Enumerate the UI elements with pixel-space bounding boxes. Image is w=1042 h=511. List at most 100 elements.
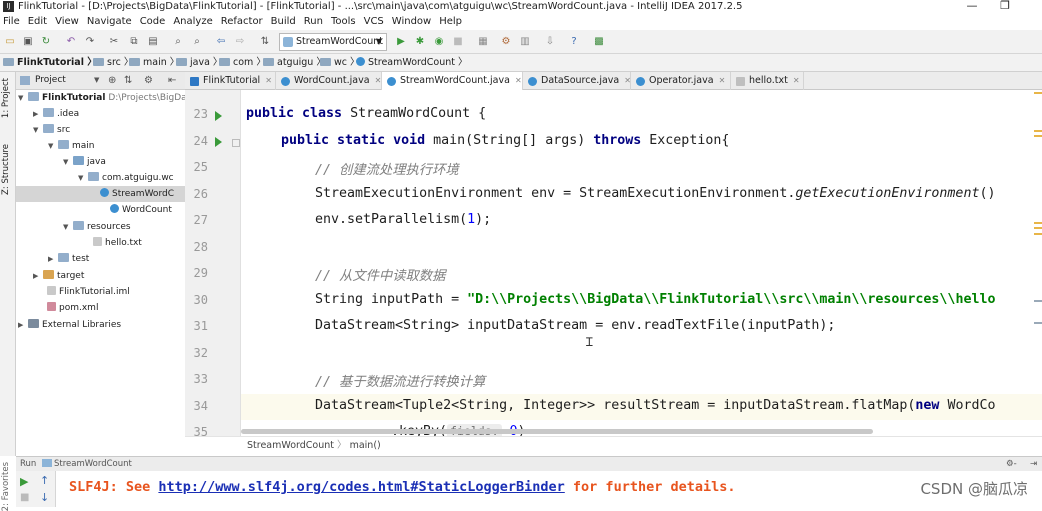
menu-analyze[interactable]: Analyze [170, 13, 217, 30]
tab-hello-txt[interactable]: hello.txt ✕ [731, 72, 804, 90]
build-icon[interactable]: ⇅ [258, 35, 272, 49]
tab-structure-tool[interactable]: Z: Structure [1, 144, 11, 195]
run-console[interactable]: SLF4J: See http://www.slf4j.org/codes.ht… [56, 471, 1042, 507]
menu-edit[interactable]: Edit [25, 13, 52, 30]
tree-node-resources[interactable]: ▼ resources [63, 219, 131, 235]
horizontal-scrollbar[interactable] [241, 429, 873, 434]
open-folder-icon[interactable]: ▭ [3, 35, 17, 49]
tree-node-main[interactable]: ▼ main [48, 138, 95, 154]
tree-node-idea[interactable]: ▶ .idea [33, 106, 79, 122]
breadcrumb-class[interactable]: StreamWordCount 〉 [356, 54, 468, 71]
tree-node-pom[interactable]: pom.xml [47, 300, 98, 316]
tab-datasource[interactable]: DataSource.java ✕ [523, 72, 631, 90]
tab-streamwordcount[interactable]: StreamWordCount.java ✕ [382, 72, 523, 90]
tree-node-test[interactable]: ▶ test [48, 251, 89, 267]
scroll-down-icon[interactable]: ↓ [40, 491, 49, 504]
menu-view[interactable]: View [52, 13, 84, 30]
scroll-up-icon[interactable]: ↑ [40, 474, 49, 487]
breadcrumb-main[interactable]: main 〉 [129, 54, 179, 71]
breadcrumb-src[interactable]: src 〉 [93, 54, 133, 71]
hide-icon[interactable]: ⇥ [1030, 457, 1037, 471]
restore-button[interactable]: ❐ [990, 0, 1020, 13]
undo-icon[interactable]: ↶ [64, 35, 78, 49]
debug-icon[interactable]: ✱ [413, 35, 427, 49]
cut-icon[interactable]: ✂ [107, 35, 121, 49]
menu-run[interactable]: Run [301, 13, 328, 30]
menu-help[interactable]: Help [436, 13, 467, 30]
tree-node-src[interactable]: ▼ src [33, 122, 70, 138]
forward-icon[interactable]: ⇨ [233, 35, 247, 49]
tree-node-streamwordcount[interactable]: StreamWordC [16, 186, 185, 202]
slf4j-link[interactable]: http://www.slf4j.org/codes.html#StaticLo… [158, 479, 564, 495]
run-main-icon[interactable] [215, 137, 222, 147]
project-structure-icon[interactable]: ▦ [476, 35, 490, 49]
paste-icon[interactable]: ▤ [146, 35, 160, 49]
warning-marker[interactable] [1034, 227, 1042, 229]
breadcrumb-java[interactable]: java 〉 [176, 54, 222, 71]
tab-wordcount[interactable]: WordCount.java ✕ [276, 72, 382, 90]
gear-icon[interactable]: ⚙ [144, 72, 153, 89]
tree-node-external-libraries[interactable]: ▶ External Libraries [18, 317, 121, 333]
replace-icon[interactable]: ⌕ [190, 35, 204, 49]
menu-vcs[interactable]: VCS [361, 13, 389, 30]
run-class-icon[interactable] [215, 111, 222, 121]
plugin-icon[interactable]: ▩ [592, 35, 606, 49]
tab-flinktutorial[interactable]: FlinkTutorial ✕ [185, 72, 276, 90]
tree-node-package[interactable]: ▼ com.atguigu.wc [78, 170, 174, 186]
tab-project-tool[interactable]: 1: Project [1, 78, 11, 118]
info-marker[interactable] [1034, 300, 1042, 302]
menu-code[interactable]: Code [137, 13, 171, 30]
breadcrumb-com[interactable]: com 〉 [219, 54, 266, 71]
close-icon[interactable]: ✕ [719, 76, 726, 85]
copy-icon[interactable]: ⧉ [127, 35, 141, 49]
warning-marker[interactable] [1034, 233, 1042, 235]
menu-build[interactable]: Build [268, 13, 301, 30]
menu-tools[interactable]: Tools [328, 13, 361, 30]
warning-marker[interactable] [1034, 222, 1042, 224]
vcs-update-icon[interactable]: ⇩ [543, 35, 557, 49]
sync-icon[interactable]: ↻ [39, 35, 53, 49]
save-icon[interactable]: ▣ [21, 35, 35, 49]
run-configuration-select[interactable]: StreamWordCount ▼ [279, 33, 387, 51]
stop-icon[interactable]: ■ [451, 35, 465, 49]
menu-navigate[interactable]: Navigate [84, 13, 137, 30]
close-icon[interactable]: ✕ [624, 76, 631, 85]
breadcrumb-atguigu[interactable]: atguigu 〉 [263, 54, 326, 71]
warning-marker[interactable] [1034, 130, 1042, 132]
minimize-button[interactable]: — [957, 0, 987, 13]
editor-breadcrumb-method[interactable]: main() [350, 440, 381, 451]
close-icon[interactable]: ✕ [265, 76, 272, 85]
back-icon[interactable]: ⇦ [214, 35, 228, 49]
close-icon[interactable]: ✕ [515, 76, 522, 85]
close-icon[interactable]: ✕ [793, 76, 800, 85]
code-editor[interactable]: public class StreamWordCount { public st… [241, 90, 1042, 436]
hide-panel-icon[interactable]: ⇤ [168, 72, 176, 89]
settings-icon[interactable]: ⚙ [499, 35, 513, 49]
gear-icon[interactable]: ⚙- [1006, 457, 1017, 471]
breadcrumb-project[interactable]: FlinkTutorial 〉 [3, 54, 97, 71]
breadcrumb-wc[interactable]: wc 〉 [320, 54, 360, 71]
tab-operator[interactable]: Operator.java ✕ [631, 72, 731, 90]
stop-icon[interactable]: ■ [20, 492, 29, 503]
rerun-icon[interactable]: ▶ [20, 475, 28, 488]
run-icon[interactable]: ▶ [394, 35, 408, 49]
coverage-icon[interactable]: ◉ [432, 35, 446, 49]
menu-refactor[interactable]: Refactor [218, 13, 268, 30]
sdk-icon[interactable]: ▥ [518, 35, 532, 49]
tree-node-target[interactable]: ▶ target [33, 268, 84, 284]
menu-file[interactable]: File [0, 13, 25, 30]
scroll-from-source-icon[interactable]: ⊕ [108, 72, 116, 89]
chevron-down-icon[interactable]: ▼ [94, 72, 99, 89]
close-icon[interactable]: ✕ [375, 76, 382, 85]
warning-marker[interactable] [1034, 135, 1042, 137]
find-icon[interactable]: ⌕ [171, 35, 185, 49]
tree-node-root[interactable]: ▼ FlinkTutorial D:\Projects\BigDa [18, 90, 185, 106]
tree-node-wordcount[interactable]: WordCount [110, 202, 172, 218]
editor-breadcrumb-class[interactable]: StreamWordCount [247, 440, 334, 451]
info-marker[interactable] [1034, 322, 1042, 324]
tree-node-hello-txt[interactable]: hello.txt [93, 235, 142, 251]
tab-favorites-tool[interactable]: 2: Favorites [1, 462, 11, 511]
menu-window[interactable]: Window [389, 13, 436, 30]
fold-icon[interactable] [232, 139, 240, 147]
warning-marker[interactable] [1034, 92, 1042, 94]
